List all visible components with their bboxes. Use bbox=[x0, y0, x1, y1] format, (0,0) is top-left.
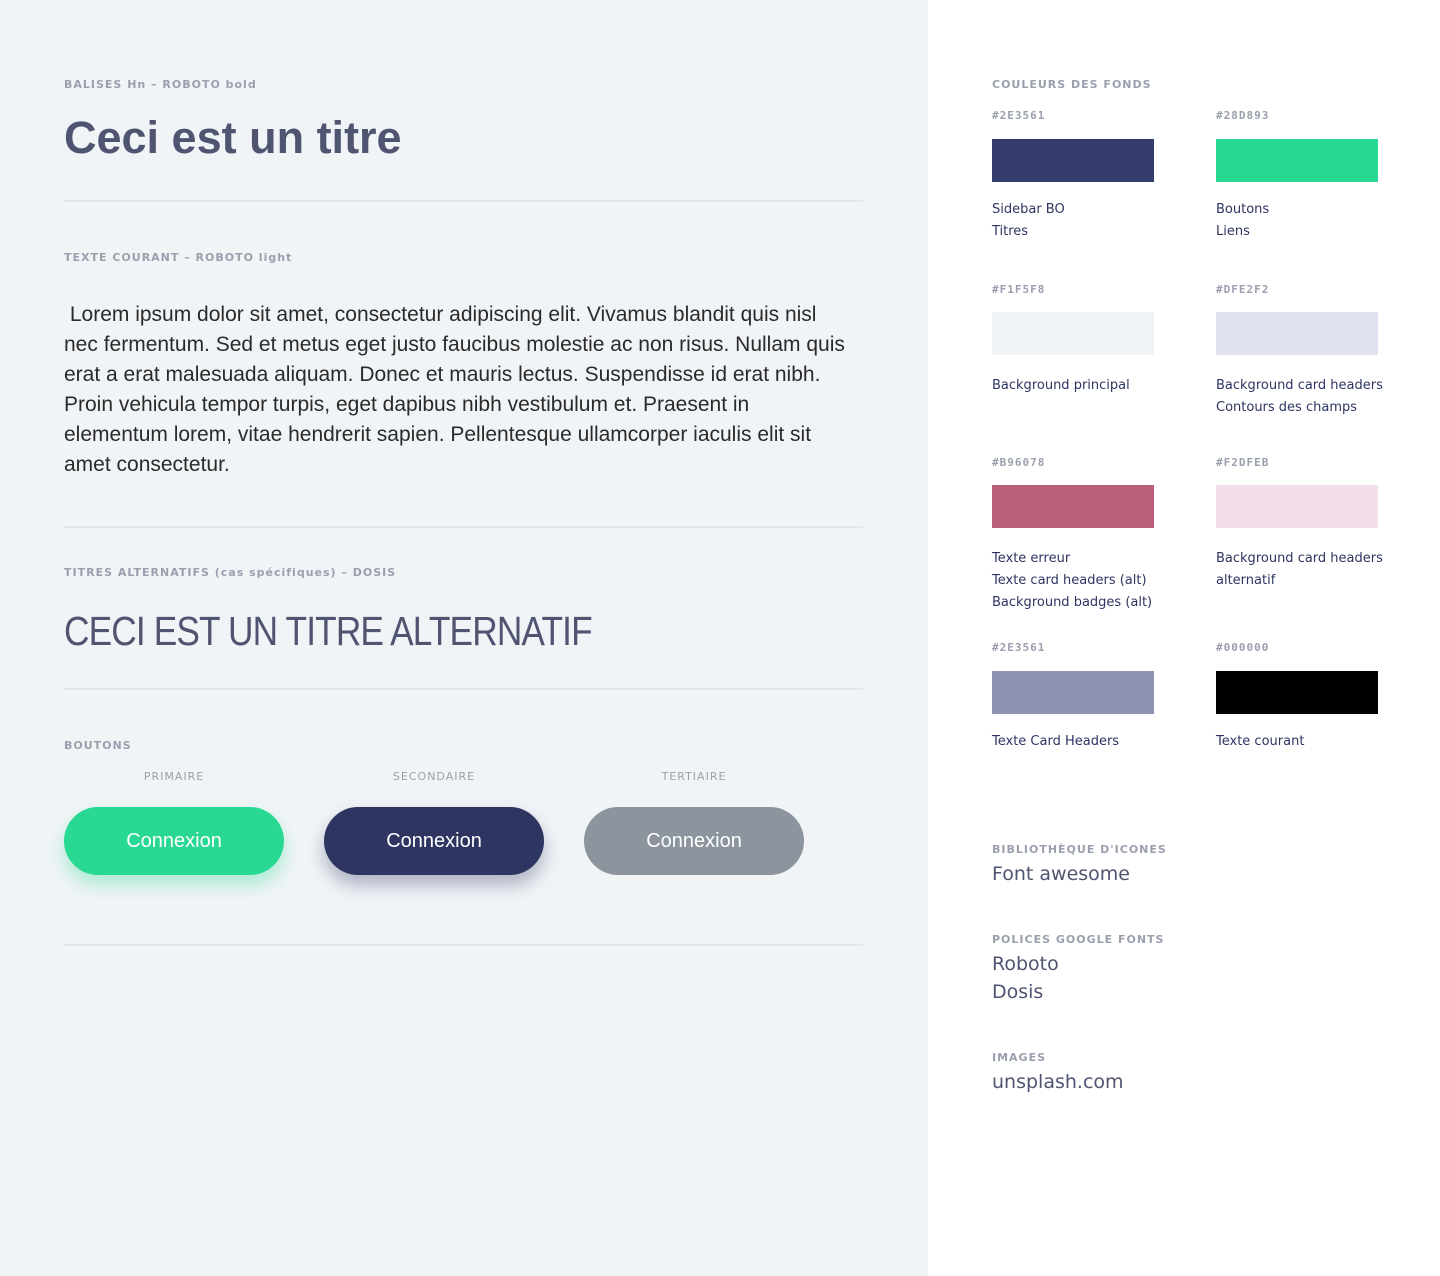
swatch-description: Boutons Liens bbox=[1216, 202, 1270, 239]
color-swatch bbox=[992, 312, 1154, 355]
divider bbox=[64, 200, 863, 202]
color-swatch bbox=[992, 485, 1154, 528]
swatch-description: Background principal bbox=[992, 378, 1130, 393]
swatch-hex: #DFE2F2 bbox=[1216, 283, 1270, 296]
tertiary-connexion-button[interactable]: Connexion bbox=[584, 807, 804, 875]
swatch-description: Texte Card Headers bbox=[992, 734, 1120, 749]
divider bbox=[64, 944, 863, 946]
background-colors-label: COULEURS DES FONDS bbox=[992, 78, 1152, 91]
headings-section-label: BALISES Hn – ROBOTO bold bbox=[64, 78, 257, 91]
primary-connexion-button[interactable]: Connexion bbox=[64, 807, 284, 875]
body-text-sample: Lorem ipsum dolor sit amet, consectetur … bbox=[64, 303, 851, 476]
heading-sample: Ceci est un titre bbox=[64, 112, 402, 163]
swatch-hex: #F1F5F8 bbox=[992, 283, 1046, 296]
typography-panel: BALISES Hn – ROBOTO bold Ceci est un tit… bbox=[0, 0, 928, 1276]
primary-caption: PRIMAIRE bbox=[143, 770, 205, 783]
swatch-description: Background card headers Contours des cham… bbox=[1216, 378, 1383, 415]
secondary-caption: SECONDAIRE bbox=[392, 770, 476, 783]
icon-library-label: BIBLIOTHÈQUE D'ICONES bbox=[992, 843, 1167, 856]
alt-titles-section-label: TITRES ALTERNATIFS (cas spécifiques) – D… bbox=[64, 566, 397, 579]
divider bbox=[64, 526, 863, 528]
color-swatch bbox=[1216, 485, 1378, 528]
swatch-hex: #28D893 bbox=[1216, 109, 1270, 122]
icon-library-value: Font awesome bbox=[992, 863, 1131, 885]
swatch-hex: #2E3561 bbox=[992, 109, 1046, 122]
swatch-hex: #2E3561 bbox=[992, 641, 1046, 654]
style-guide-panel: COULEURS DES FONDS #2E3561 Sidebar BO Tit… bbox=[928, 0, 1440, 1276]
google-fonts-label: POLICES GOOGLE FONTS bbox=[992, 933, 1165, 946]
swatch-description: Texte erreur Texte card headers (alt) Back… bbox=[992, 551, 1153, 610]
color-swatch bbox=[1216, 312, 1378, 355]
color-swatch bbox=[992, 139, 1154, 182]
swatch-description: Sidebar BO Titres bbox=[992, 202, 1065, 239]
body-section-label: TEXTE COURANT – ROBOTO light bbox=[64, 251, 293, 264]
tertiary-caption: TERTIAIRE bbox=[661, 770, 727, 783]
images-label: IMAGES bbox=[992, 1051, 1047, 1064]
images-value: unsplash.com bbox=[992, 1071, 1124, 1093]
color-swatch bbox=[1216, 139, 1378, 182]
swatch-hex: #000000 bbox=[1216, 641, 1270, 654]
alt-title-sample: CECI EST UN TITRE ALTERNATIF bbox=[64, 608, 593, 654]
color-swatch bbox=[1216, 671, 1378, 714]
swatch-hex: #B96078 bbox=[992, 456, 1046, 469]
google-fonts-value: Roboto Dosis bbox=[992, 953, 1059, 1003]
swatch-hex: #F2DFEB bbox=[1216, 456, 1270, 469]
color-swatch bbox=[992, 671, 1154, 714]
buttons-section-label: BOUTONS bbox=[64, 739, 132, 752]
swatch-description: Texte courant bbox=[1216, 734, 1305, 749]
swatch-description: Background card headers alternatif bbox=[1216, 551, 1383, 588]
divider bbox=[64, 688, 863, 690]
secondary-connexion-button[interactable]: Connexion bbox=[324, 807, 544, 875]
